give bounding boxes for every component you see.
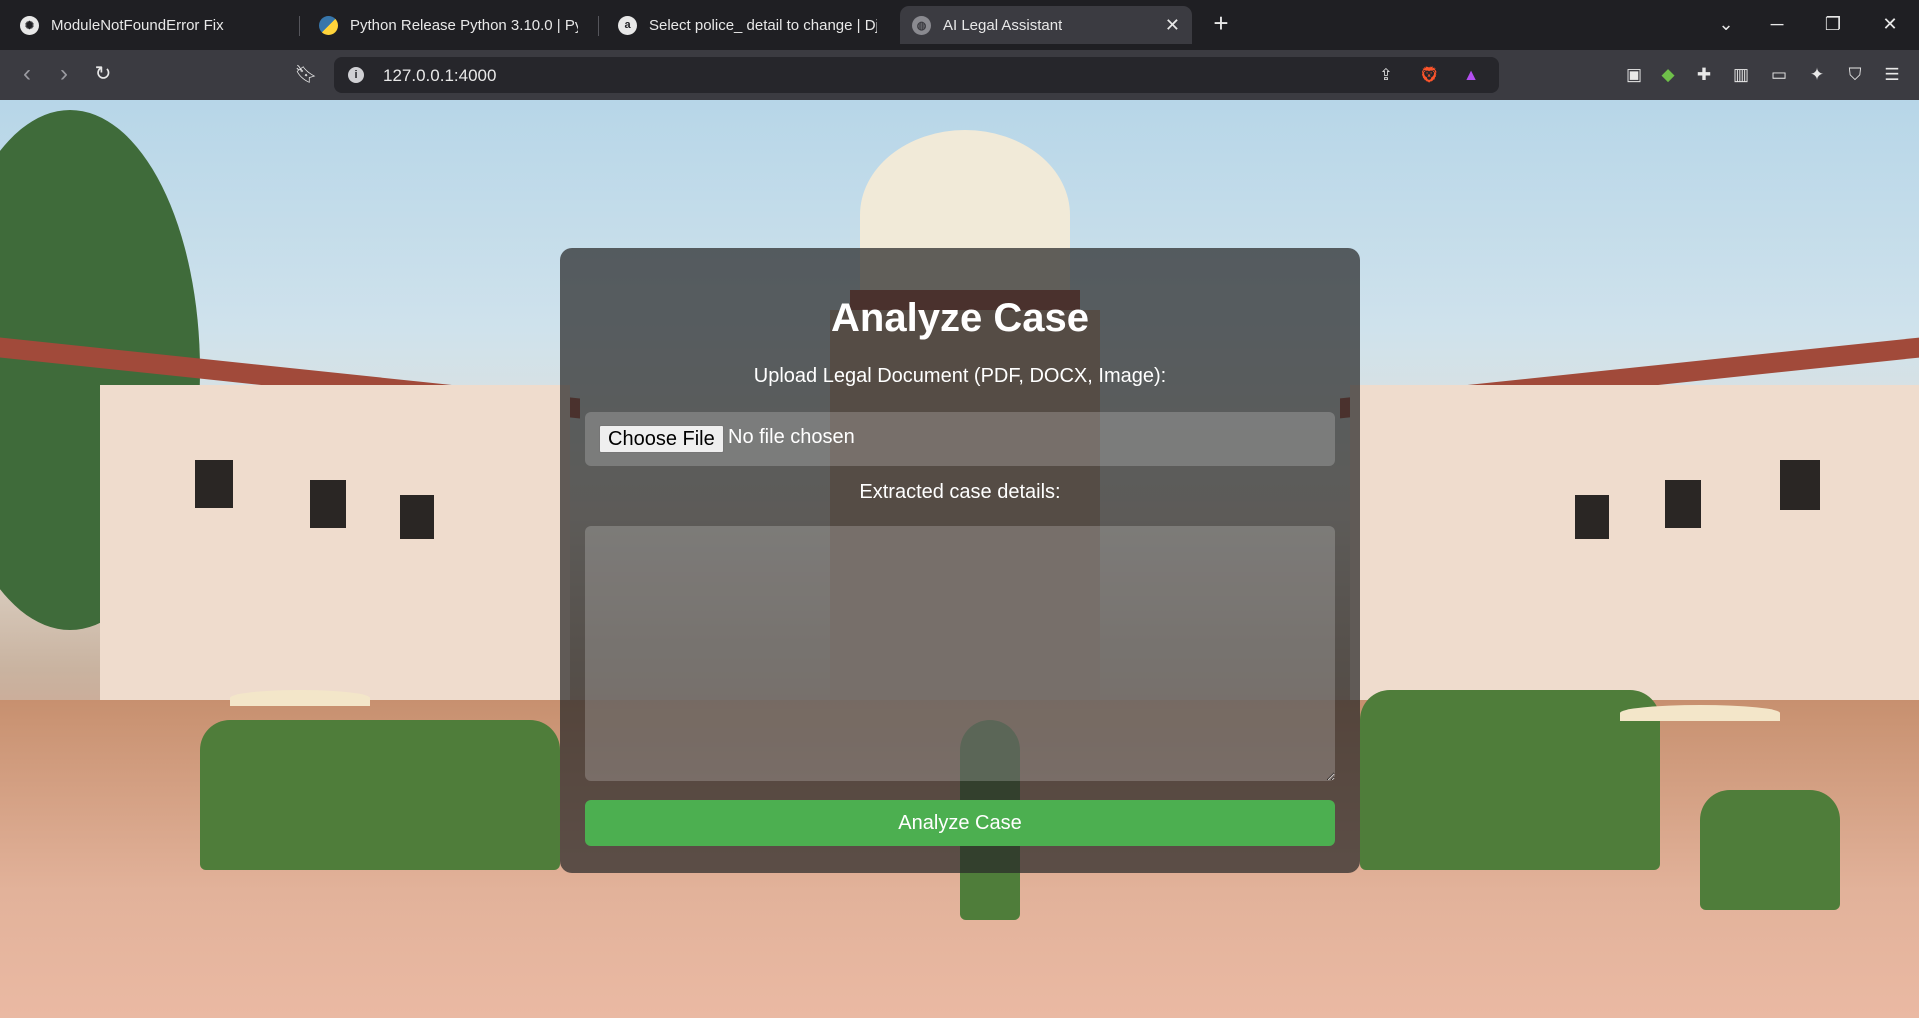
analyze-case-card: Analyze Case Upload Legal Document (PDF,…: [560, 248, 1360, 873]
address-url[interactable]: 127.0.0.1:4000: [383, 66, 496, 86]
extensions-puzzle-icon[interactable]: ✚: [1692, 63, 1716, 87]
tab-bar: ✺ ModuleNotFoundError Fix Python Release…: [0, 0, 1919, 50]
extension-icon[interactable]: ◆: [1656, 63, 1680, 87]
close-tab-icon[interactable]: ✕: [1165, 16, 1180, 34]
vpn-shield-icon[interactable]: ⛉: [1843, 63, 1867, 87]
browser-toolbar: ‹ › ↻ 🔖︎ i 127.0.0.1:4000 ⇪ 🦁︎ ▲ ▣ ◆ ✚ ▥…: [0, 50, 1919, 100]
address-bar[interactable]: i 127.0.0.1:4000 ⇪ 🦁︎ ▲: [334, 57, 1499, 93]
tab-manager-icon[interactable]: ▣: [1622, 63, 1646, 87]
brave-rewards-icon[interactable]: ▲: [1461, 66, 1481, 86]
tab-separator: [598, 16, 599, 36]
upload-label: Upload Legal Document (PDF, DOCX, Image)…: [753, 365, 1167, 387]
details-label: Extracted case details:: [859, 481, 1061, 503]
page-title: Analyze Case: [831, 296, 1089, 340]
tab-separator: [299, 16, 300, 36]
choose-file-button[interactable]: Choose File: [599, 425, 724, 453]
menu-icon[interactable]: ☰: [1880, 63, 1904, 87]
tab-title: ModuleNotFoundError Fix: [51, 16, 224, 34]
tab-django-admin[interactable]: a Select police_ detail to change | Dja: [606, 6, 889, 44]
tab-title: AI Legal Assistant: [943, 16, 1063, 34]
new-tab-button[interactable]: +: [1207, 10, 1235, 38]
python-icon: [319, 15, 338, 35]
reload-icon[interactable]: ↻: [90, 62, 116, 88]
file-status-text: No file chosen: [728, 426, 855, 448]
tab-title: Select police_ detail to change | Dja: [649, 16, 877, 34]
bookmark-icon[interactable]: 🔖︎: [293, 62, 319, 88]
case-details-textarea[interactable]: [585, 526, 1335, 781]
share-icon[interactable]: ⇪: [1376, 66, 1396, 86]
sidebar-icon[interactable]: ▥: [1729, 63, 1753, 87]
tab-python-release[interactable]: Python Release Python 3.10.0 | Pyth: [307, 6, 590, 44]
openai-icon: ✺: [20, 15, 39, 35]
page-viewport: Analyze Case Upload Legal Document (PDF,…: [0, 100, 1919, 1018]
close-window-icon[interactable]: ✕: [1878, 12, 1902, 36]
tab-title: Python Release Python 3.10.0 | Pyth: [350, 16, 578, 34]
tab-ai-legal-assistant[interactable]: ◍ AI Legal Assistant ✕: [900, 6, 1192, 44]
analyze-case-button[interactable]: Analyze Case: [585, 800, 1335, 846]
back-icon[interactable]: ‹: [14, 62, 40, 88]
wallet-icon[interactable]: ▭: [1767, 63, 1791, 87]
file-input[interactable]: Choose File No file chosen: [585, 412, 1335, 466]
globe-icon: ◍: [912, 15, 931, 35]
leo-ai-icon[interactable]: ✦: [1805, 63, 1829, 87]
brave-shields-icon[interactable]: 🦁︎: [1419, 66, 1439, 86]
tab-search-chevron-icon[interactable]: ⌄: [1714, 12, 1738, 36]
forward-icon[interactable]: ›: [51, 62, 77, 88]
site-info-icon[interactable]: i: [348, 67, 364, 83]
restore-icon[interactable]: ❐: [1821, 12, 1845, 36]
tab-modulenotfound[interactable]: ✺ ModuleNotFoundError Fix: [8, 6, 291, 44]
minimize-icon[interactable]: ─: [1765, 12, 1789, 36]
django-icon: a: [618, 15, 637, 35]
